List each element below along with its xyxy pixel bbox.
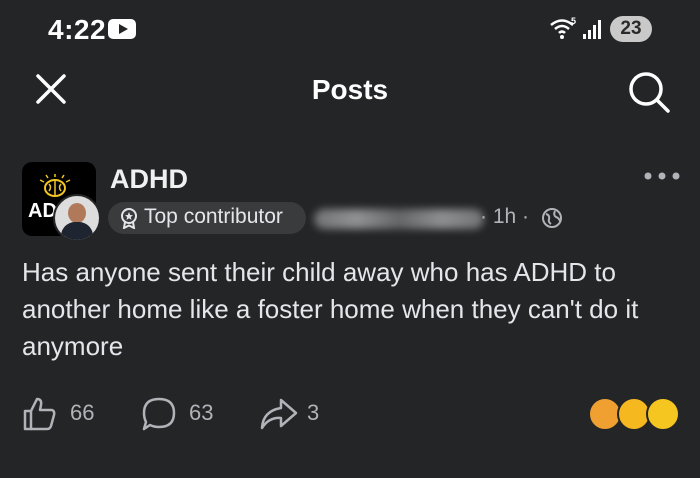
post-text: Has anyone sent their child away who has…	[22, 257, 639, 361]
user-avatar[interactable]	[53, 194, 101, 242]
comment-count: 63	[189, 400, 214, 425]
post-time: · 1h ·	[480, 205, 530, 228]
battery-indicator: 23	[610, 16, 652, 42]
award-icon	[121, 208, 137, 229]
status-time: 4:22	[48, 14, 107, 45]
share-icon[interactable]	[259, 397, 299, 431]
page-title: Posts	[311, 74, 389, 105]
share-count: 3	[307, 400, 320, 425]
wifi-icon: 5	[550, 16, 576, 39]
redacted-author-name	[314, 209, 484, 229]
network-label: 5	[571, 16, 576, 26]
badge-label: Top contributor	[144, 205, 283, 228]
comment-icon[interactable]	[141, 396, 177, 432]
search-icon[interactable]	[627, 70, 671, 114]
group-name[interactable]: ADHD	[110, 164, 188, 195]
youtube-icon	[108, 19, 136, 39]
like-count: 66	[70, 400, 95, 425]
signal-icon	[583, 20, 601, 39]
globe-icon	[542, 208, 562, 228]
reaction-sad-icon[interactable]	[646, 397, 680, 431]
more-icon[interactable]	[642, 168, 682, 184]
like-icon[interactable]	[22, 396, 58, 432]
